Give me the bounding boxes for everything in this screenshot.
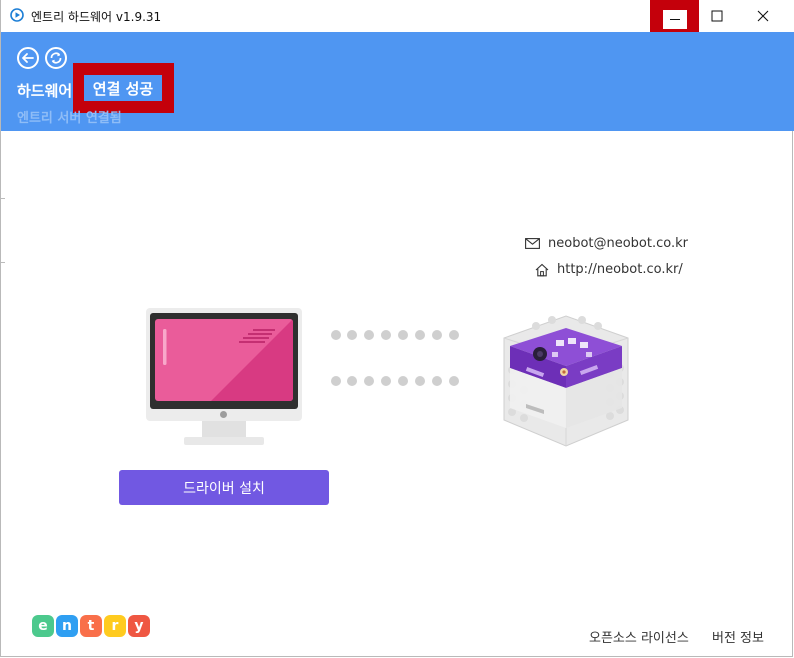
- logo-letter: t: [80, 615, 102, 637]
- contact-homepage: http://neobot.co.kr/: [535, 262, 683, 277]
- maximize-button[interactable]: [694, 0, 740, 32]
- back-button[interactable]: [17, 47, 39, 69]
- driver-install-button[interactable]: 드라이버 설치: [119, 470, 329, 505]
- logo-letter: y: [128, 615, 150, 637]
- arrow-left-icon: [22, 53, 34, 63]
- connection-status-highlight: 연결 성공: [73, 63, 174, 113]
- mail-icon: [525, 238, 540, 249]
- server-status: 엔트리 서버 연결됨: [17, 111, 122, 126]
- computer-monitor: [146, 308, 302, 421]
- homepage-text: http://neobot.co.kr/: [557, 262, 683, 277]
- version-info-link[interactable]: 버전 정보: [712, 627, 764, 646]
- open-source-license-link[interactable]: 오픈소스 라이선스: [589, 627, 689, 646]
- window-title: 엔트리 하드웨어 v1.9.31: [31, 10, 162, 24]
- monitor-screen: [155, 319, 293, 401]
- monitor-base: [184, 437, 264, 445]
- refresh-button[interactable]: [45, 47, 67, 69]
- maximize-icon: [711, 10, 723, 22]
- app-play-icon: [10, 8, 24, 22]
- entry-logo: e n t r y: [32, 615, 150, 637]
- logo-letter: n: [56, 615, 78, 637]
- hardware-title: 하드웨어: [17, 82, 73, 100]
- email-text: neobot@neobot.co.kr: [548, 236, 688, 251]
- close-icon: [757, 10, 769, 22]
- home-icon: [535, 263, 549, 276]
- title-bar: 엔트리 하드웨어 v1.9.31: [1, 0, 794, 43]
- minimize-icon: [662, 10, 687, 29]
- contact-email: neobot@neobot.co.kr: [525, 236, 688, 251]
- logo-letter: r: [104, 615, 126, 637]
- connection-status: 연결 성공: [92, 79, 154, 98]
- monitor-stand: [202, 421, 246, 438]
- hardware-header: 하드웨어 연결 성공 엔트리 서버 연결됨: [1, 32, 794, 131]
- app-window: 엔트리 하드웨어 v1.9.31 하드웨어 연결 성공 엔트리 서버 연결됨 n…: [0, 0, 794, 657]
- logo-letter: e: [32, 615, 54, 637]
- refresh-icon: [50, 52, 62, 64]
- close-button[interactable]: [740, 0, 786, 32]
- robot-board-image: [503, 315, 629, 447]
